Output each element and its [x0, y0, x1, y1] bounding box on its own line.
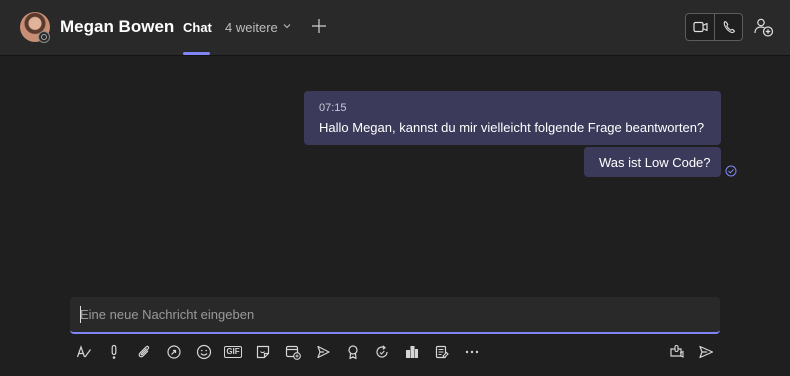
sticker-button[interactable] [253, 342, 273, 362]
tasks-button[interactable] [432, 342, 452, 362]
praise-button[interactable] [343, 342, 363, 362]
stream-icon [317, 345, 330, 359]
gif-icon: GIF [224, 346, 242, 358]
attach-icon [138, 345, 150, 358]
add-people-icon[interactable] [752, 16, 774, 38]
video-camera-icon [693, 21, 708, 33]
important-button[interactable] [104, 342, 124, 362]
add-tab-icon[interactable] [311, 18, 327, 34]
audio-message-button[interactable] [666, 342, 686, 362]
emoji-icon [196, 344, 212, 360]
message-bubble[interactable]: 07:15 Hallo Megan, kannst du mir viellei… [304, 91, 721, 145]
send-button[interactable] [696, 342, 716, 362]
updates-button[interactable] [372, 342, 392, 362]
loop-button[interactable] [164, 342, 184, 362]
updates-icon [376, 345, 388, 358]
sticker-icon [256, 345, 270, 359]
approvals-button[interactable] [402, 342, 422, 362]
send-icon [699, 345, 714, 359]
format-button[interactable] [74, 342, 94, 362]
chat-header: Megan Bowen Chat 4 weitere [0, 0, 790, 56]
emoji-button[interactable] [194, 342, 214, 362]
tasks-icon [435, 345, 449, 359]
more-options-button[interactable] [462, 342, 482, 362]
important-icon [111, 344, 117, 359]
tab-chat[interactable]: Chat [183, 20, 212, 35]
contact-name[interactable]: Megan Bowen [60, 17, 174, 37]
message-bubble[interactable]: Was ist Low Code? [584, 147, 721, 177]
format-icon [76, 345, 91, 358]
praise-icon [348, 345, 358, 360]
message-timestamp: 07:15 [319, 102, 347, 114]
video-call-button[interactable] [686, 14, 714, 40]
message-text: Was ist Low Code? [599, 155, 711, 170]
loop-icon [167, 345, 181, 359]
presence-status-icon [38, 31, 50, 43]
phone-icon [723, 20, 736, 34]
message-input[interactable] [80, 297, 710, 332]
schedule-meeting-icon [285, 345, 301, 360]
approvals-icon [406, 346, 418, 358]
compose-box [70, 297, 720, 334]
gif-button[interactable]: GIF [223, 342, 243, 362]
audio-message-icon [670, 344, 684, 358]
call-buttons [685, 13, 743, 41]
active-tab-indicator [183, 52, 210, 55]
more-options-icon [465, 350, 479, 354]
schedule-meeting-button[interactable] [283, 342, 303, 362]
more-tabs-dropdown[interactable]: 4 weitere [225, 20, 278, 35]
read-receipt-icon [725, 165, 737, 177]
audio-call-button[interactable] [715, 14, 743, 40]
message-text: Hallo Megan, kannst du mir vielleicht fo… [319, 120, 705, 135]
chevron-down-icon[interactable] [282, 21, 292, 31]
text-cursor [80, 306, 81, 323]
attach-button[interactable] [134, 342, 154, 362]
stream-button[interactable] [313, 342, 333, 362]
